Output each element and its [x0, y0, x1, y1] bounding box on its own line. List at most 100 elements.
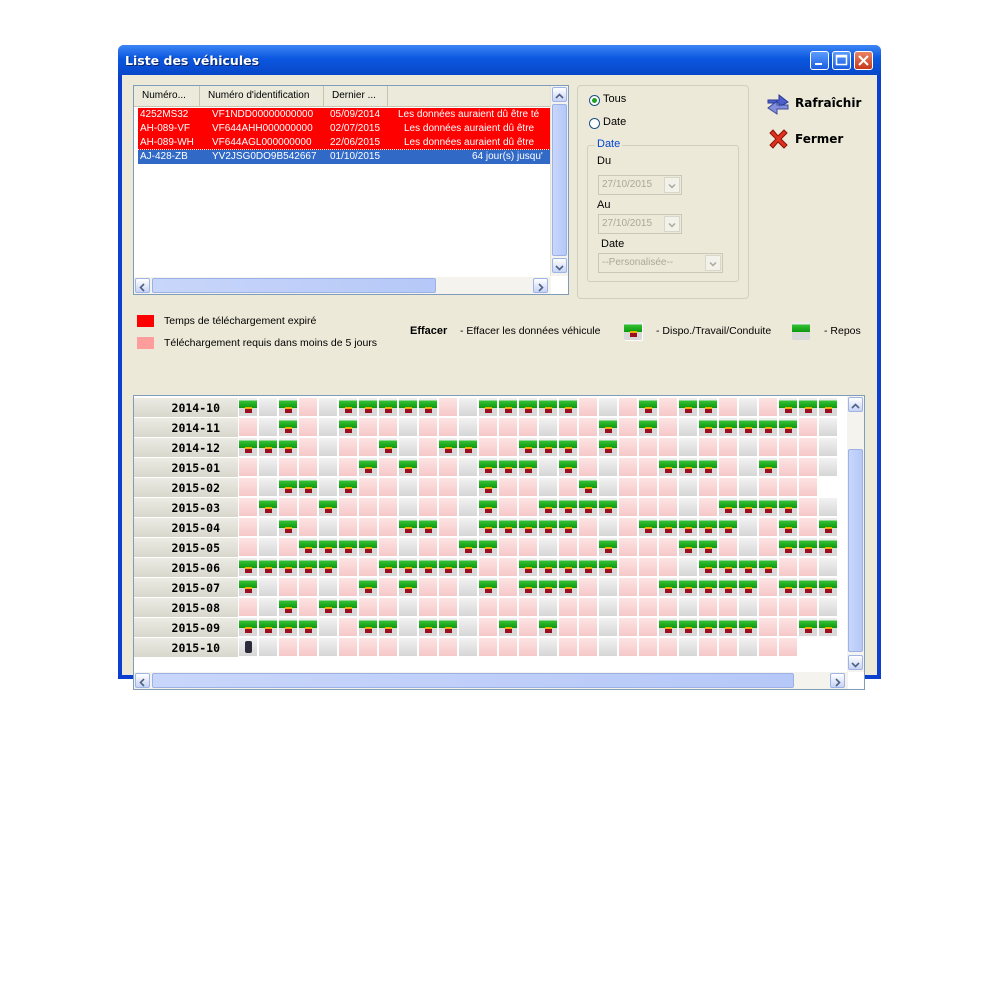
- day-activity-cell[interactable]: [699, 538, 718, 557]
- day-empty-cell[interactable]: [359, 478, 378, 497]
- day-activity-cell[interactable]: [539, 618, 558, 637]
- day-empty-cell[interactable]: [239, 418, 258, 437]
- day-activity-cell[interactable]: [679, 538, 698, 557]
- day-empty-cell[interactable]: [579, 418, 598, 437]
- day-empty-cell[interactable]: [299, 518, 318, 537]
- day-empty-cell[interactable]: [739, 438, 758, 457]
- day-activity-cell[interactable]: [439, 438, 458, 457]
- day-empty-cell[interactable]: [799, 518, 818, 537]
- day-activity-cell[interactable]: [719, 518, 738, 537]
- day-activity-cell[interactable]: [379, 398, 398, 417]
- day-activity-cell[interactable]: [799, 578, 818, 597]
- day-empty-cell[interactable]: [599, 478, 618, 497]
- day-activity-cell[interactable]: [699, 618, 718, 637]
- day-empty-cell[interactable]: [659, 558, 678, 577]
- day-empty-cell[interactable]: [739, 398, 758, 417]
- day-empty-cell[interactable]: [699, 438, 718, 457]
- column-header-vin[interactable]: Numéro d'identification: [200, 86, 324, 106]
- day-activity-cell[interactable]: [559, 578, 578, 597]
- day-empty-cell[interactable]: [479, 558, 498, 577]
- scroll-thumb[interactable]: [152, 278, 436, 293]
- day-activity-cell[interactable]: [479, 478, 498, 497]
- day-activity-cell[interactable]: [259, 498, 278, 517]
- day-empty-cell[interactable]: [259, 418, 278, 437]
- day-activity-cell[interactable]: [379, 558, 398, 577]
- day-activity-cell[interactable]: [239, 438, 258, 457]
- day-empty-cell[interactable]: [779, 458, 798, 477]
- day-activity-cell[interactable]: [679, 518, 698, 537]
- day-activity-cell[interactable]: [599, 498, 618, 517]
- day-empty-cell[interactable]: [239, 498, 258, 517]
- day-activity-cell[interactable]: [699, 398, 718, 417]
- day-empty-cell[interactable]: [799, 558, 818, 577]
- day-empty-cell[interactable]: [639, 578, 658, 597]
- day-empty-cell[interactable]: [819, 558, 838, 577]
- day-empty-cell[interactable]: [379, 498, 398, 517]
- day-activity-cell[interactable]: [579, 558, 598, 577]
- day-empty-cell[interactable]: [259, 398, 278, 417]
- day-empty-cell[interactable]: [739, 478, 758, 497]
- day-activity-cell[interactable]: [559, 438, 578, 457]
- day-empty-cell[interactable]: [719, 538, 738, 557]
- day-empty-cell[interactable]: [399, 618, 418, 637]
- day-empty-cell[interactable]: [759, 618, 778, 637]
- day-empty-cell[interactable]: [379, 418, 398, 437]
- day-empty-cell[interactable]: [679, 558, 698, 577]
- day-empty-cell[interactable]: [459, 578, 478, 597]
- day-empty-cell[interactable]: [739, 518, 758, 537]
- day-activity-cell[interactable]: [359, 538, 378, 557]
- day-activity-cell[interactable]: [519, 578, 538, 597]
- day-empty-cell[interactable]: [259, 638, 278, 657]
- day-empty-cell[interactable]: [639, 498, 658, 517]
- day-empty-cell[interactable]: [239, 478, 258, 497]
- day-activity-cell[interactable]: [419, 618, 438, 637]
- day-empty-cell[interactable]: [419, 458, 438, 477]
- day-empty-cell[interactable]: [719, 598, 738, 617]
- day-activity-cell[interactable]: [339, 538, 358, 557]
- day-empty-cell[interactable]: [499, 638, 518, 657]
- day-activity-cell[interactable]: [419, 398, 438, 417]
- day-empty-cell[interactable]: [699, 498, 718, 517]
- day-empty-cell[interactable]: [559, 478, 578, 497]
- vehicle-row[interactable]: AH-089-VF VF644AHH000000000 02/07/2015 L…: [138, 122, 550, 136]
- day-empty-cell[interactable]: [659, 598, 678, 617]
- day-activity-cell[interactable]: [339, 478, 358, 497]
- day-activity-cell[interactable]: [399, 458, 418, 477]
- day-activity-cell[interactable]: [259, 558, 278, 577]
- day-empty-cell[interactable]: [599, 578, 618, 597]
- day-empty-cell[interactable]: [659, 438, 678, 457]
- day-empty-cell[interactable]: [399, 598, 418, 617]
- day-empty-cell[interactable]: [419, 418, 438, 437]
- day-empty-cell[interactable]: [779, 558, 798, 577]
- day-empty-cell[interactable]: [319, 618, 338, 637]
- day-activity-cell[interactable]: [739, 558, 758, 577]
- day-empty-cell[interactable]: [639, 438, 658, 457]
- day-empty-cell[interactable]: [379, 478, 398, 497]
- from-date-picker[interactable]: 27/10/2015: [598, 175, 682, 195]
- day-empty-cell[interactable]: [579, 518, 598, 537]
- day-empty-cell[interactable]: [519, 538, 538, 557]
- day-empty-cell[interactable]: [819, 418, 838, 437]
- day-empty-cell[interactable]: [699, 638, 718, 657]
- day-activity-cell[interactable]: [479, 398, 498, 417]
- day-activity-cell[interactable]: [739, 498, 758, 517]
- day-empty-cell[interactable]: [679, 638, 698, 657]
- day-empty-cell[interactable]: [439, 518, 458, 537]
- day-activity-cell[interactable]: [279, 558, 298, 577]
- scroll-down-button[interactable]: [552, 258, 567, 273]
- day-empty-cell[interactable]: [639, 538, 658, 557]
- day-empty-cell[interactable]: [799, 458, 818, 477]
- day-empty-cell[interactable]: [539, 418, 558, 437]
- day-empty-cell[interactable]: [759, 438, 778, 457]
- calendar-vscrollbar[interactable]: [847, 396, 864, 672]
- day-empty-cell[interactable]: [619, 498, 638, 517]
- day-empty-cell[interactable]: [539, 598, 558, 617]
- day-empty-cell[interactable]: [759, 578, 778, 597]
- day-empty-cell[interactable]: [739, 638, 758, 657]
- day-activity-cell[interactable]: [739, 578, 758, 597]
- day-empty-cell[interactable]: [359, 438, 378, 457]
- day-activity-cell[interactable]: [479, 498, 498, 517]
- dropdown-button[interactable]: [705, 255, 721, 271]
- day-activity-cell[interactable]: [539, 558, 558, 577]
- day-activity-cell[interactable]: [239, 558, 258, 577]
